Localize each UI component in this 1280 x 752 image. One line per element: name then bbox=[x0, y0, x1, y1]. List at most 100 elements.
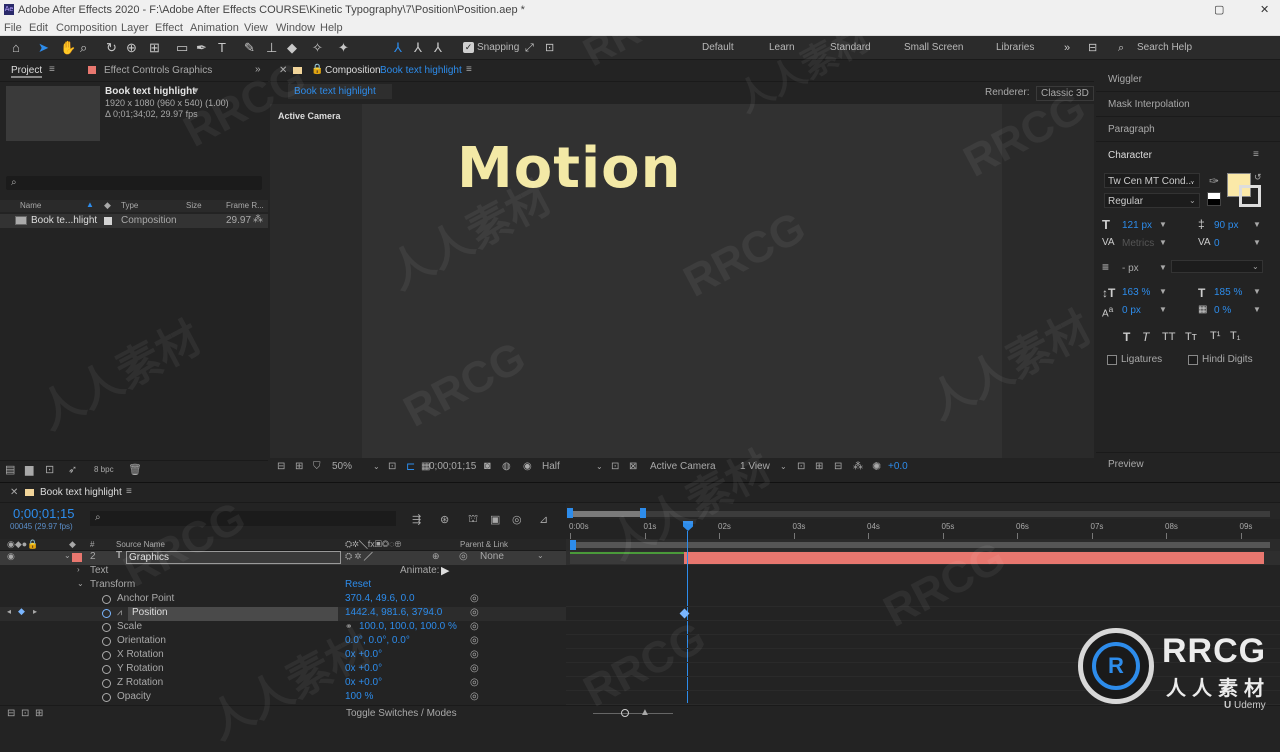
layer-row-graphics[interactable]: ◉ ⌄ 2 T Graphics ⛭ ✲ ╱ ⊕ ◎ None ⌄ bbox=[0, 550, 566, 565]
stopwatch-icon[interactable] bbox=[102, 651, 111, 660]
baseline-shift-value[interactable]: 0 px bbox=[1122, 305, 1141, 316]
delete-icon[interactable]: 🗑 bbox=[128, 463, 142, 476]
stopwatch-icon[interactable] bbox=[102, 623, 111, 632]
comp-panel-menu-icon[interactable]: ≡ bbox=[466, 64, 472, 75]
work-area-span[interactable] bbox=[570, 542, 1270, 548]
zoom-dropdown[interactable]: 50% bbox=[332, 461, 352, 472]
type-tool-icon[interactable]: T bbox=[218, 40, 226, 56]
snapshot-icon[interactable]: ◙ bbox=[484, 460, 491, 472]
property-row-y-rotation[interactable]: Y Rotation 0x +0.0° ◎ bbox=[0, 663, 566, 677]
eraser-tool-icon[interactable]: ◆ bbox=[287, 40, 297, 56]
zoom-tool-icon[interactable]: ⌕ bbox=[80, 40, 87, 56]
view-axis-icon[interactable]: ⅄ bbox=[434, 40, 442, 56]
world-axis-icon[interactable]: ⅄ bbox=[414, 40, 422, 56]
property-row-z-rotation[interactable]: Z Rotation 0x +0.0° ◎ bbox=[0, 677, 566, 691]
camera-dropdown[interactable]: Active Camera bbox=[650, 461, 716, 472]
mask-interpolation-panel[interactable]: Mask Interpolation bbox=[1096, 95, 1280, 117]
rotate-tool-icon[interactable]: ↻ bbox=[106, 40, 117, 56]
stopwatch-icon[interactable] bbox=[102, 637, 111, 646]
baseline-chevron-icon[interactable]: ▼ bbox=[1159, 305, 1167, 314]
expression-pickwhip-icon[interactable]: ◎ bbox=[470, 607, 479, 618]
property-value[interactable]: 370.4, 49.6, 0.0 bbox=[345, 593, 415, 604]
col-frame-rate[interactable]: Frame R... bbox=[226, 201, 264, 210]
pickwhip-icon[interactable]: ◎ bbox=[459, 551, 468, 562]
always-preview-icon[interactable]: ⊟ bbox=[277, 461, 285, 472]
timeline-icon[interactable]: ⊟ bbox=[834, 461, 842, 472]
mask-interp-title[interactable]: Mask Interpolation bbox=[1108, 99, 1190, 110]
property-row-x-rotation[interactable]: X Rotation 0x +0.0° ◎ bbox=[0, 649, 566, 663]
stopwatch-icon[interactable] bbox=[102, 665, 111, 674]
faux-italic-icon[interactable]: T bbox=[1142, 330, 1149, 344]
expression-pickwhip-icon[interactable]: ◎ bbox=[470, 649, 479, 660]
expression-pickwhip-icon[interactable]: ◎ bbox=[470, 663, 479, 674]
property-value[interactable]: 0.0°, 0.0°, 0.0° bbox=[345, 635, 410, 646]
property-track[interactable] bbox=[566, 593, 1280, 607]
faux-bold-icon[interactable]: T bbox=[1123, 330, 1130, 344]
pen-tool-icon[interactable]: ✒ bbox=[196, 40, 207, 56]
clone-stamp-icon[interactable]: ⊥ bbox=[266, 40, 277, 56]
hindi-digits-checkbox[interactable] bbox=[1188, 355, 1198, 365]
stroke-chevron-icon[interactable]: ▼ bbox=[1159, 263, 1167, 272]
menu-view[interactable]: View bbox=[244, 22, 268, 34]
superscript-icon[interactable]: T¹ bbox=[1210, 330, 1220, 342]
modes-pane-icon[interactable]: ⊡ bbox=[21, 708, 29, 719]
new-folder-icon[interactable]: ▆ bbox=[25, 463, 33, 476]
project-item-row[interactable]: Book te...hlight Composition 29.97 ⁂ bbox=[0, 214, 268, 228]
add-keyframe-icon[interactable]: ◆ bbox=[18, 606, 25, 617]
graph-editor-icon[interactable]: ⊿ bbox=[539, 513, 548, 526]
sync-settings-icon[interactable]: ⊟ bbox=[1088, 40, 1097, 56]
ligatures-checkbox[interactable] bbox=[1107, 355, 1117, 365]
workspace-default[interactable]: Default bbox=[702, 42, 734, 53]
snap-edges-icon[interactable]: ⤢ bbox=[525, 40, 534, 56]
timeline-close-icon[interactable]: ✕ bbox=[10, 487, 18, 498]
interpret-footage-icon[interactable]: ▤ bbox=[5, 463, 15, 476]
work-area-bar[interactable] bbox=[570, 511, 1270, 517]
menu-file[interactable]: File bbox=[4, 22, 22, 34]
kerning-chevron-icon[interactable]: ▼ bbox=[1159, 238, 1167, 247]
next-keyframe-icon[interactable]: ▸ bbox=[33, 607, 37, 616]
paragraph-panel[interactable]: Paragraph bbox=[1096, 120, 1280, 142]
character-title[interactable]: Character bbox=[1108, 150, 1152, 161]
property-value[interactable]: 1442.4, 981.6, 3794.0 bbox=[345, 607, 442, 618]
wiggler-panel[interactable]: Wiggler bbox=[1096, 70, 1280, 92]
stopwatch-icon[interactable] bbox=[102, 693, 111, 702]
layer-switches-icons[interactable]: ⛭ ✲ ╱ bbox=[345, 551, 373, 562]
preview-panel[interactable]: Preview bbox=[1096, 452, 1280, 477]
stroke-color-swatch[interactable] bbox=[1239, 185, 1261, 207]
menu-composition[interactable]: Composition bbox=[56, 22, 117, 34]
workspace-small-screen[interactable]: Small Screen bbox=[904, 42, 963, 53]
menu-edit[interactable]: Edit bbox=[29, 22, 48, 34]
eyedropper-icon[interactable]: ✑ bbox=[1209, 174, 1219, 188]
quality-dropdown[interactable]: Half bbox=[542, 461, 560, 472]
property-track[interactable] bbox=[566, 607, 1280, 621]
property-row-opacity[interactable]: Opacity 100 % ◎ bbox=[0, 691, 566, 705]
zoom-slider-track[interactable] bbox=[593, 713, 673, 714]
font-style-dropdown[interactable]: Regular ⌄ bbox=[1104, 193, 1200, 208]
stopwatch-icon[interactable] bbox=[102, 609, 111, 618]
parent-dropdown[interactable]: None bbox=[480, 551, 504, 562]
toggle-transparency-icon[interactable]: ⊠ bbox=[629, 461, 637, 472]
close-tab-icon[interactable]: ✕ bbox=[279, 65, 287, 76]
pan-behind-tool-icon[interactable]: ⊞ bbox=[149, 40, 160, 56]
col-size[interactable]: Size bbox=[186, 201, 202, 210]
white-swatch[interactable] bbox=[1207, 192, 1221, 206]
vscale-chevron-icon[interactable]: ▼ bbox=[1159, 287, 1167, 296]
swap-colors-icon[interactable]: ↺ bbox=[1254, 172, 1262, 183]
brush-tool-icon[interactable]: ✎ bbox=[244, 40, 255, 56]
timeline-search-input[interactable]: ⌕ bbox=[90, 511, 396, 526]
property-value[interactable]: 100.0, 100.0, 100.0 % bbox=[359, 621, 457, 632]
paragraph-title[interactable]: Paragraph bbox=[1108, 124, 1155, 135]
snap-features-icon[interactable]: ⊡ bbox=[545, 40, 554, 56]
tab-project[interactable]: Project bbox=[11, 65, 43, 78]
workspace-learn[interactable]: Learn bbox=[769, 42, 795, 53]
layer-switches-pane-icon[interactable]: ⊟ bbox=[7, 708, 15, 719]
sort-icon[interactable]: ▲ bbox=[86, 200, 94, 209]
zoom-in-mountain-icon[interactable]: ▲ bbox=[640, 707, 650, 718]
frame-blending-icon[interactable]: ▣ bbox=[490, 513, 500, 526]
col-parent[interactable]: Parent & Link bbox=[460, 540, 508, 549]
transform-expand-icon[interactable]: ⌄ bbox=[77, 579, 84, 588]
property-value[interactable]: 0x +0.0° bbox=[345, 649, 382, 660]
property-value[interactable]: 0x +0.0° bbox=[345, 677, 382, 688]
fast-preview-icon[interactable]: ⊡ bbox=[611, 461, 619, 472]
pixel-aspect-icon[interactable]: ⊡ bbox=[797, 461, 805, 472]
